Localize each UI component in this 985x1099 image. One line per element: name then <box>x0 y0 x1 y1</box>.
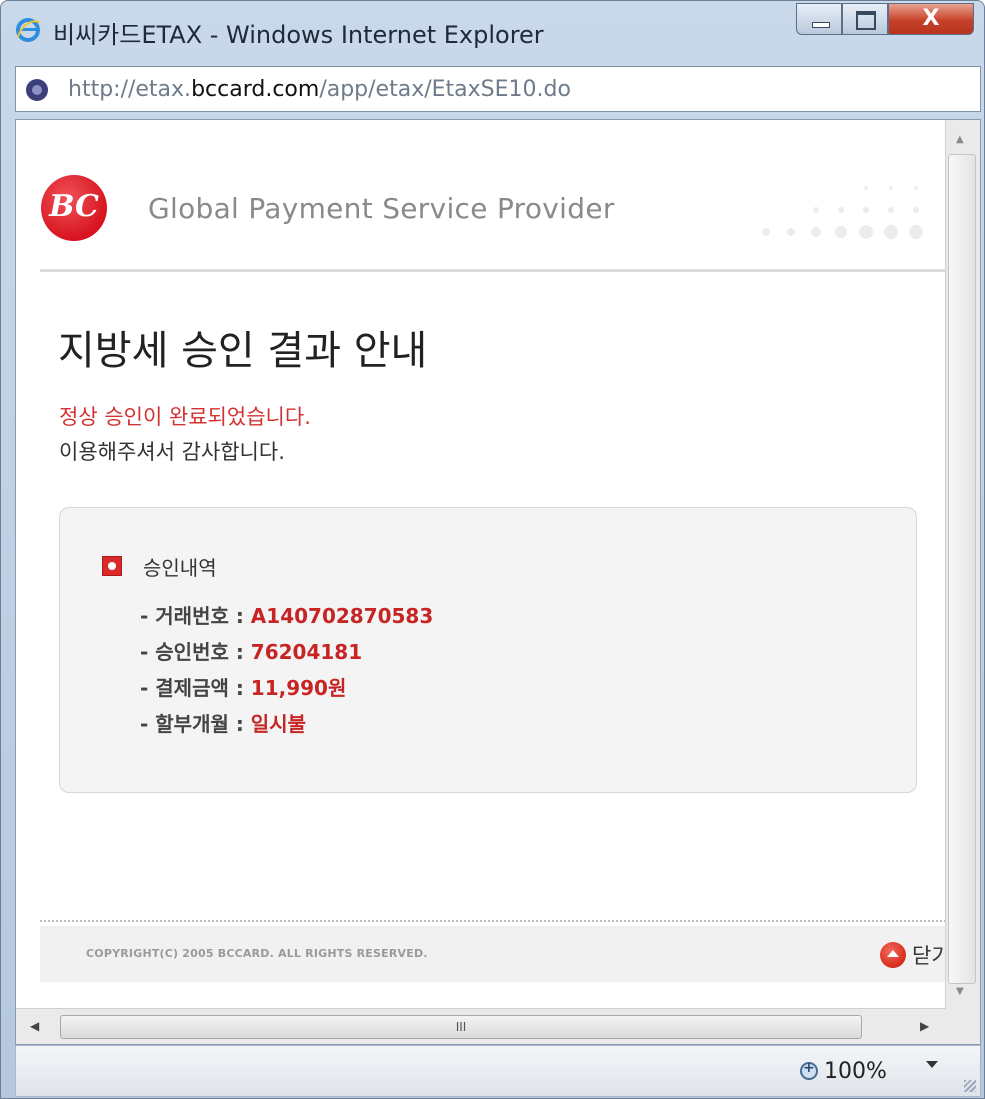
detail-value: 76204181 <box>250 640 363 664</box>
detail-label: - 승인번호 : <box>140 640 251 664</box>
logo-text: BC <box>49 189 99 224</box>
scroll-down-icon[interactable]: ▼ <box>956 986 964 997</box>
detail-value: 일시불 <box>250 712 306 736</box>
bullet-icon <box>102 556 122 576</box>
horizontal-scroll-thumb[interactable]: III <box>60 1015 862 1039</box>
detail-row-installment: - 할부개월 : 일시불 <box>140 708 433 744</box>
window-title: 비씨카드ETAX - Windows Internet Explorer <box>53 21 544 49</box>
status-bar: 100% <box>15 1045 981 1097</box>
zoom-icon <box>800 1060 818 1080</box>
detail-label: - 결제금액 : <box>140 676 251 700</box>
address-url[interactable]: http://etax.bccard.com/app/etax/EtaxSE10… <box>68 77 571 102</box>
scroll-right-icon[interactable]: ▶ <box>920 1019 929 1033</box>
detail-row-transaction: - 거래번호 : A140702870583 <box>140 600 433 636</box>
decorative-dots <box>762 186 923 239</box>
details-heading: 승인내역 <box>143 556 217 580</box>
zoom-control[interactable]: 100% <box>800 1058 887 1084</box>
minimize-icon <box>812 22 830 28</box>
title-bar: 비씨카드ETAX - Windows Internet Explorer X <box>1 1 984 63</box>
close-icon: X <box>922 6 940 31</box>
vertical-scroll-thumb[interactable] <box>948 154 976 984</box>
address-bar[interactable]: http://etax.bccard.com/app/etax/EtaxSE10… <box>15 66 981 112</box>
minimize-button[interactable] <box>796 3 842 35</box>
detail-row-approval: - 승인번호 : 76204181 <box>140 636 433 672</box>
thanks-message: 이용해주셔서 감사합니다. <box>59 440 285 464</box>
page-viewport: BC Global Payment Service Provider 지방세 승… <box>15 119 981 1045</box>
window-controls: X <box>796 3 974 37</box>
horizontal-scrollbar[interactable]: ◀ III ▶ <box>16 1008 946 1044</box>
close-up-icon <box>880 942 906 968</box>
close-page-button[interactable]: 닫기 <box>880 940 946 970</box>
page-content: BC Global Payment Service Provider 지방세 승… <box>16 120 946 988</box>
url-path: /app/etax/EtaxSE10.do <box>319 77 571 102</box>
success-message: 정상 승인이 완료되었습니다. <box>59 405 311 429</box>
detail-label: - 할부개월 : <box>140 712 251 736</box>
detail-label: - 거래번호 : <box>140 604 251 628</box>
url-domain: bccard.com <box>191 77 320 102</box>
scroll-up-icon[interactable]: ▲ <box>956 134 964 145</box>
ie-icon <box>16 18 40 42</box>
site-favicon-icon <box>26 79 48 101</box>
tagline: Global Payment Service Provider <box>148 192 615 225</box>
details-list: - 거래번호 : A140702870583 - 승인번호 : 76204181… <box>140 600 433 744</box>
detail-value: A140702870583 <box>250 604 434 628</box>
copyright-text: COPYRIGHT(C) 2005 BCCARD. ALL RIGHTS RES… <box>86 947 428 960</box>
browser-window: 비씨카드ETAX - Windows Internet Explorer X h… <box>0 0 985 1099</box>
scroll-left-icon[interactable]: ◀ <box>30 1019 39 1033</box>
footer-divider <box>40 920 946 922</box>
detail-value: 11,990원 <box>250 676 347 700</box>
maximize-button[interactable] <box>842 3 888 35</box>
approval-details-box: 승인내역 - 거래번호 : A140702870583 - 승인번호 : 762… <box>59 507 917 793</box>
page-title: 지방세 승인 결과 안내 <box>58 328 428 374</box>
resize-grip-icon[interactable] <box>964 1080 976 1092</box>
url-prefix: http://etax. <box>68 77 192 102</box>
footer: COPYRIGHT(C) 2005 BCCARD. ALL RIGHTS RES… <box>40 926 946 982</box>
zoom-level: 100% <box>824 1058 887 1084</box>
vertical-scrollbar[interactable]: ▲ ▼ <box>945 120 980 1008</box>
header-divider <box>40 269 946 272</box>
maximize-icon <box>856 11 876 30</box>
dropdown-arrow-icon[interactable] <box>926 1061 938 1068</box>
close-label: 닫기 <box>912 944 946 968</box>
detail-row-amount: - 결제금액 : 11,990원 <box>140 672 433 708</box>
bc-logo: BC <box>41 175 107 241</box>
scrollbar-corner <box>946 1008 980 1044</box>
close-window-button[interactable]: X <box>888 3 974 35</box>
